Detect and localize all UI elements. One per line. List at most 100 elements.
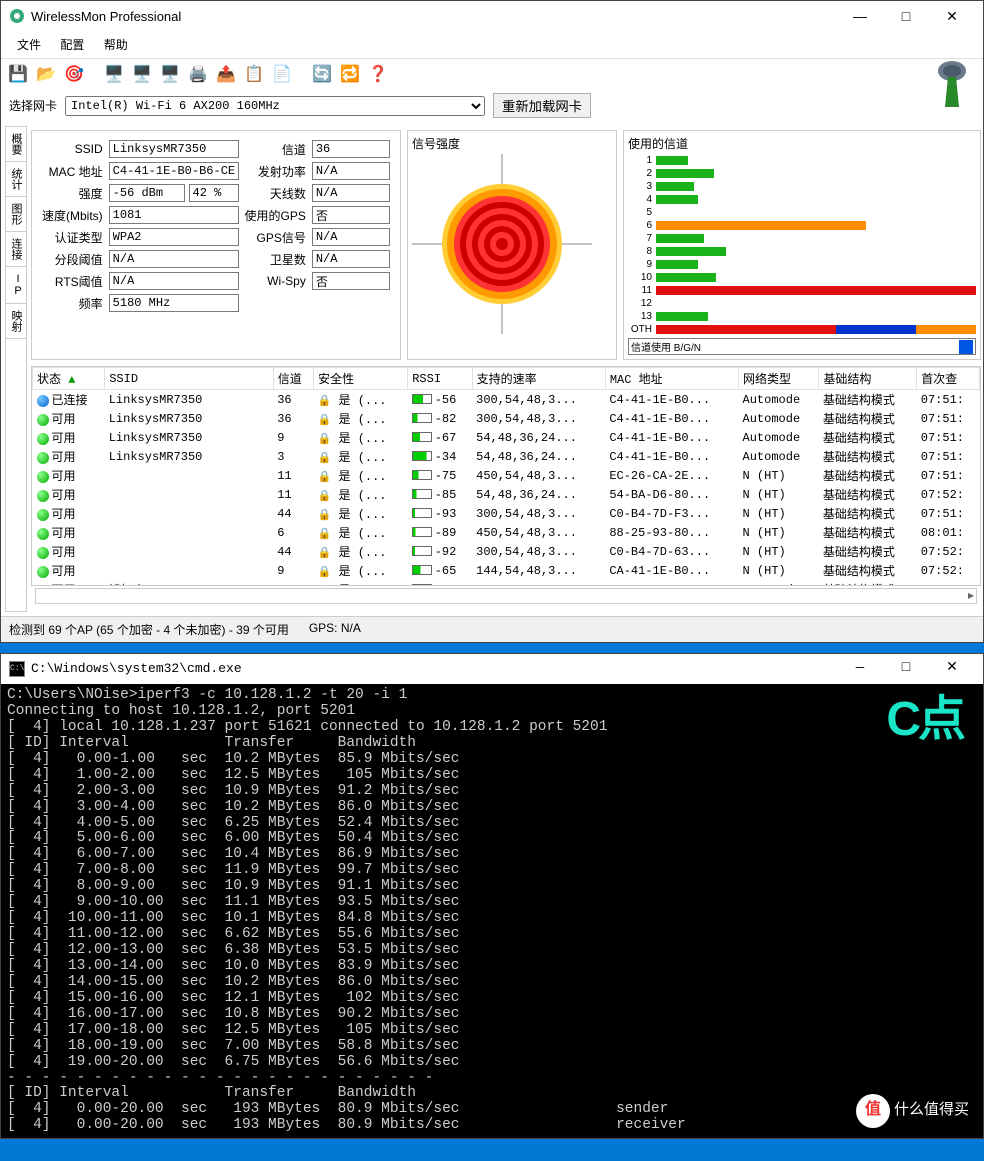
open-icon[interactable]: 📂 (35, 63, 57, 85)
strength-dbm-field[interactable] (109, 184, 185, 202)
channel-bar-1: 1 (628, 154, 976, 167)
table-row[interactable]: 可用LinksysMR735036🔒 是 (...-82300,54,48,3.… (33, 409, 980, 428)
doc-icon[interactable]: 📄 (271, 63, 293, 85)
menubar: 文件 配置 帮助 (1, 31, 983, 59)
channel-bar-2: 2 (628, 167, 976, 180)
table-row[interactable]: 可用44🔒 是 (...-92300,54,48,3...C0-B4-7D-63… (33, 542, 980, 561)
cmd-titlebar[interactable]: C:\ C:\Windows\system32\cmd.exe — □ ✕ (1, 654, 983, 684)
pc1-icon[interactable]: 🖥️ (103, 63, 125, 85)
table-row[interactable]: 可用11🔒 是 (...-8554,48,36,24...54-BA-D6-80… (33, 485, 980, 504)
pc3-icon[interactable]: 🖥️ (159, 63, 181, 85)
wispy-field[interactable] (312, 272, 390, 290)
adapter-label: 选择网卡 (9, 97, 57, 114)
col-sec[interactable]: 安全性 (314, 368, 408, 390)
export-icon[interactable]: 📤 (215, 63, 237, 85)
channel-panel: 使用的信道 12345678910111213OTH信道使用 B/G/N (623, 130, 981, 360)
gpssig-label: GPS信号 (243, 227, 308, 247)
badge-icon: 值 (856, 1094, 890, 1128)
col-status[interactable]: 状态 ▲ (33, 368, 105, 390)
rts-field[interactable] (109, 272, 239, 290)
channel-bar-13: 13 (628, 310, 976, 323)
ap-grid[interactable]: 状态 ▲ SSID 信道 安全性 RSSI 支持的速率 MAC 地址 网络类型 … (31, 366, 981, 586)
app-icon (9, 8, 25, 24)
cmd-maximize-button[interactable]: □ (883, 654, 929, 684)
menu-help[interactable]: 帮助 (96, 33, 136, 56)
channel-field[interactable] (312, 140, 390, 158)
tab-stats[interactable]: 统计 (6, 162, 26, 197)
status-gps: GPS: N/A (309, 621, 361, 638)
menu-file[interactable]: 文件 (9, 33, 49, 56)
frag-field[interactable] (109, 250, 239, 268)
table-row[interactable]: 可用6🔒 是 (...-89450,54,48,3...88-25-93-80.… (33, 523, 980, 542)
help-icon[interactable]: ❓ (367, 63, 389, 85)
mac-field[interactable] (109, 162, 239, 180)
col-rate[interactable]: 支持的速率 (472, 368, 605, 390)
table-row[interactable]: 可用LinksysMR73503🔒 是 (...-3454,48,36,24..… (33, 447, 980, 466)
log-icon[interactable]: 📋 (243, 63, 265, 85)
speed-field[interactable] (109, 206, 239, 224)
reload-adapter-button[interactable]: 重新加载网卡 (493, 93, 591, 118)
col-mac[interactable]: MAC 地址 (605, 368, 738, 390)
reload1-icon[interactable]: 🔄 (311, 63, 333, 85)
col-ssid[interactable]: SSID (105, 368, 273, 390)
signal-title: 信号强度 (412, 135, 612, 152)
menu-config[interactable]: 配置 (52, 33, 92, 56)
antenna-field[interactable] (312, 184, 390, 202)
maximize-button[interactable]: □ (883, 1, 929, 31)
titlebar[interactable]: WirelessMon Professional — □ ✕ (1, 1, 983, 31)
printer-icon[interactable]: 🖨️ (187, 63, 209, 85)
horizontal-scrollbar[interactable] (35, 588, 977, 604)
tab-conn[interactable]: 连接 (6, 232, 26, 267)
table-row[interactable]: 已连接LinksysMR735036🔒 是 (...-56300,54,48,3… (33, 390, 980, 410)
auth-field[interactable] (109, 228, 239, 246)
adapter-select[interactable]: Intel(R) Wi-Fi 6 AX200 160MHz (65, 96, 485, 116)
cmd-minimize-button[interactable]: — (837, 654, 883, 684)
cmd-output[interactable]: C:\Users\NOise>iperf3 -c 10.128.1.2 -t 2… (1, 684, 983, 1138)
channel-title: 使用的信道 (628, 135, 976, 152)
table-row[interactable]: 可用11🔒 是 (...-75450,54,48,3...EC-26-CA-2E… (33, 466, 980, 485)
table-row[interactable]: 可用44🔒 是 (...-93300,54,48,3...C0-B4-7D-F3… (33, 504, 980, 523)
gps-label: 使用的GPS (243, 205, 308, 225)
reload2-icon[interactable]: 🔁 (339, 63, 361, 85)
rts-label: RTS阈值 (40, 271, 105, 291)
table-row[interactable]: 可用镜忆焱_Wi-Fi544🔒 是 (...-9254,48,36,24...C… (33, 580, 980, 586)
col-ch[interactable]: 信道 (273, 368, 313, 390)
col-first[interactable]: 首次查 (917, 368, 980, 390)
info-panel: SSID信道 MAC 地址发射功率 强度天线数 速度(Mbits)使用的GPS … (31, 130, 401, 360)
freq-field[interactable] (109, 294, 239, 312)
signal-panel: 信号强度 (407, 130, 617, 360)
mac-label: MAC 地址 (40, 161, 105, 181)
close-button[interactable]: ✕ (929, 1, 975, 31)
channel-bar-OTH: OTH (628, 323, 976, 336)
channel-bar-11: 11 (628, 284, 976, 297)
wirelessmon-window: WirelessMon Professional — □ ✕ 文件 配置 帮助 … (0, 0, 984, 643)
statusbar: 检测到 69 个AP (65 个加密 - 4 个未加密) - 39 个可用 GP… (1, 616, 983, 642)
auth-label: 认证类型 (40, 227, 105, 247)
ssid-label: SSID (40, 139, 105, 159)
cmd-close-button[interactable]: ✕ (929, 654, 975, 684)
adapter-row: 选择网卡 Intel(R) Wi-Fi 6 AX200 160MHz 重新加载网… (1, 89, 983, 122)
minimize-button[interactable]: — (837, 1, 883, 31)
tab-summary[interactable]: 概要 (6, 127, 26, 162)
table-row[interactable]: 可用9🔒 是 (...-65144,54,48,3...CA-41-1E-B0.… (33, 561, 980, 580)
strength-pct-field[interactable] (189, 184, 239, 202)
channel-usage-select[interactable]: 信道使用 B/G/N (628, 338, 976, 355)
save-icon[interactable]: 💾 (7, 63, 29, 85)
channel-bar-7: 7 (628, 232, 976, 245)
txpower-field[interactable] (312, 162, 390, 180)
gpssig-field[interactable] (312, 228, 390, 246)
ssid-field[interactable] (109, 140, 239, 158)
sat-field[interactable] (312, 250, 390, 268)
tab-graph[interactable]: 图形 (6, 197, 26, 232)
tab-map[interactable]: 映射 (6, 304, 26, 339)
pc2-icon[interactable]: 🖥️ (131, 63, 153, 85)
col-net[interactable]: 网络类型 (739, 368, 819, 390)
col-rssi[interactable]: RSSI (408, 368, 472, 390)
vertical-tabs: 概要 统计 图形 连接 IP 映射 (5, 126, 27, 612)
target-icon[interactable]: 🎯 (63, 63, 85, 85)
col-infra[interactable]: 基础结构 (819, 368, 917, 390)
gps-field[interactable] (312, 206, 390, 224)
tab-ip[interactable]: IP (6, 267, 26, 304)
table-row[interactable]: 可用LinksysMR73509🔒 是 (...-6754,48,36,24..… (33, 428, 980, 447)
cmd-icon: C:\ (9, 661, 25, 677)
